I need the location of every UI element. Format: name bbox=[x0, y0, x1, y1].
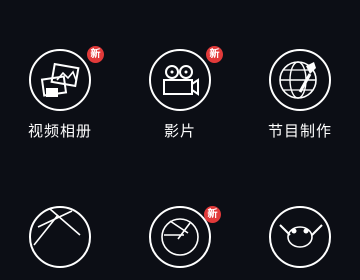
grid-item-6[interactable] bbox=[240, 160, 360, 280]
grid-item-label: 视频相册 bbox=[27, 122, 92, 140]
movie-camera-icon bbox=[148, 48, 212, 112]
new-badge: 新 bbox=[204, 206, 221, 223]
grid-item-video-album[interactable]: 新 视频相册 bbox=[0, 0, 120, 140]
grid-item-label: 影片 bbox=[163, 122, 196, 140]
globe-microphone-icon bbox=[268, 48, 332, 112]
tools-icon bbox=[268, 205, 332, 269]
aperture-lines-icon bbox=[28, 205, 92, 269]
new-badge: 新 bbox=[206, 46, 223, 63]
grid-item-movie[interactable]: 新 影片 bbox=[120, 0, 240, 140]
grid-item-5[interactable]: 新 bbox=[120, 160, 240, 280]
grid-item-4[interactable] bbox=[0, 160, 120, 280]
shutter-icon bbox=[148, 205, 212, 269]
grid-item-program-production[interactable]: 节目制作 bbox=[240, 0, 360, 140]
new-badge: 新 bbox=[87, 46, 104, 63]
grid-item-label: 节目制作 bbox=[267, 122, 332, 140]
photo-album-icon bbox=[28, 48, 92, 112]
